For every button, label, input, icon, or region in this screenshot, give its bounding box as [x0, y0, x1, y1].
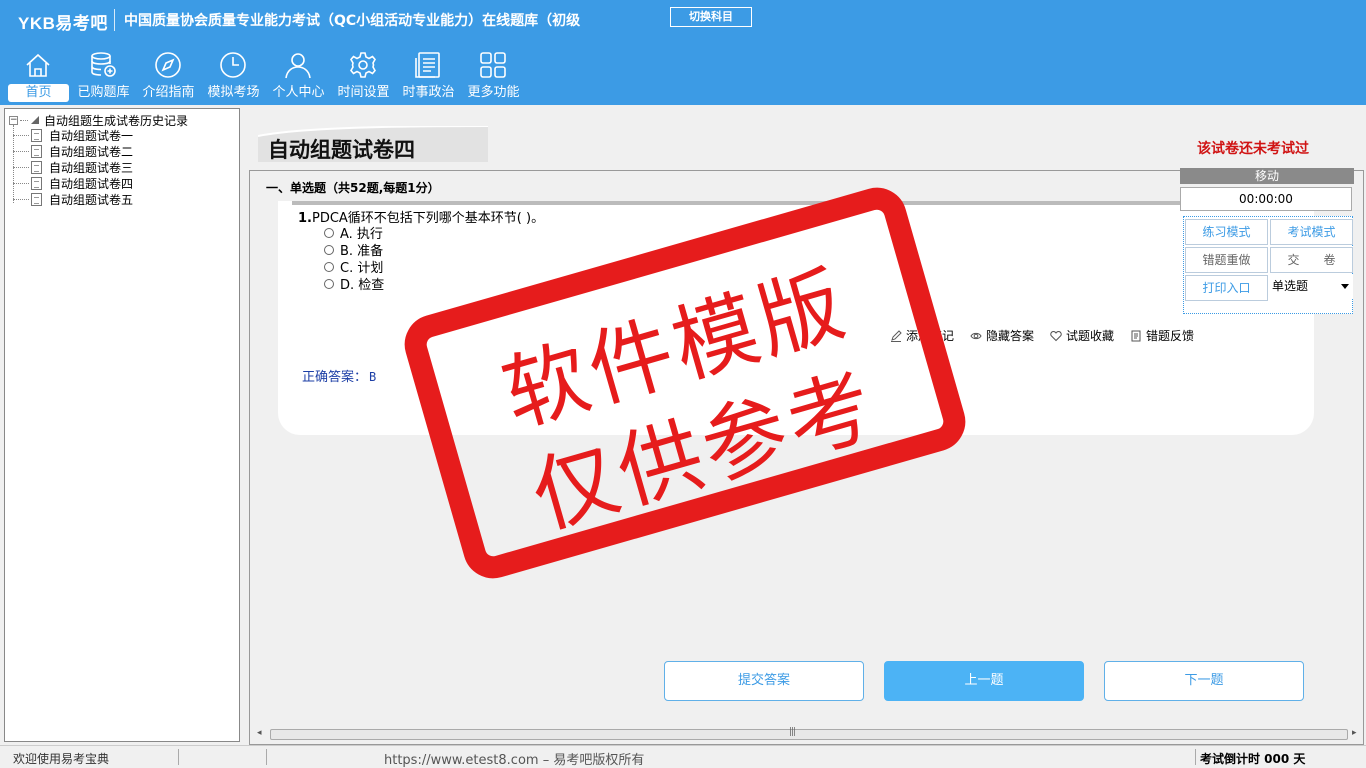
nav-profile[interactable]: 个人中心: [266, 48, 331, 104]
redo-wrong-button[interactable]: 错题重做: [1185, 247, 1268, 273]
user-icon: [285, 53, 311, 79]
nav-purchased[interactable]: 已购题库: [71, 48, 136, 104]
radio-button[interactable]: [324, 227, 334, 238]
tree-item-paper-2[interactable]: 自动组题试卷二: [13, 143, 133, 159]
exam-timer: 00:00:00: [1180, 187, 1352, 211]
nav-more[interactable]: 更多功能: [461, 48, 526, 104]
nav-current-affairs-label: 时事政治: [402, 85, 455, 100]
paper-title: 自动组题试卷四: [268, 138, 415, 162]
correct-answer: 正确答案： B: [302, 370, 377, 385]
nav-guide[interactable]: 介绍指南: [136, 48, 201, 104]
copyright-text: https://www.etest8.com – 易考吧版权所有: [384, 753, 645, 768]
nav-purchased-label: 已购题库: [77, 85, 130, 100]
exam-mode-button[interactable]: 考试模式: [1270, 219, 1353, 245]
scroll-left-icon[interactable]: ◂: [257, 728, 262, 738]
control-buttons: 练习模式 考试模式 错题重做 交 卷 打印入口 单选题: [1183, 216, 1353, 314]
nav-time-settings-label: 时间设置: [337, 85, 390, 100]
exam-countdown: 考试倒计时 000 天: [1200, 752, 1306, 766]
print-button[interactable]: 打印入口: [1185, 275, 1268, 301]
nav-guide-label: 介绍指南: [142, 85, 195, 100]
option-a[interactable]: A. 执行: [324, 224, 383, 242]
practice-mode-button[interactable]: 练习模式: [1185, 219, 1268, 245]
hide-answer-button[interactable]: 隐藏答案: [970, 327, 1034, 344]
scrollbar-thumb[interactable]: [270, 729, 1348, 740]
heart-icon: [1050, 330, 1062, 341]
nav-home-label: 首页: [8, 84, 69, 102]
app-header: YKB易考吧 中国质量协会质量专业能力考试（QC小组活动专业能力）在线题库（初级…: [0, 0, 1366, 105]
nav-mock-exam-label: 模拟考场: [207, 85, 260, 100]
switch-subject-button[interactable]: 切换科目: [670, 7, 752, 27]
status-bar: 欢迎使用易考宝典 https://www.etest8.com – 易考吧版权所…: [0, 745, 1366, 768]
hand-in-button[interactable]: 交 卷: [1270, 247, 1353, 273]
news-icon: [415, 52, 440, 78]
submit-answer-button[interactable]: 提交答案: [664, 661, 864, 701]
collapse-toggle-icon[interactable]: −: [9, 115, 18, 125]
tree-root-icon: [31, 116, 39, 124]
report-icon: [1131, 330, 1141, 341]
nav-time-settings[interactable]: 时间设置: [331, 48, 396, 104]
scroll-right-icon[interactable]: ▸: [1352, 728, 1357, 738]
tree-children: 自动组题试卷一 自动组题试卷二 自动组题试卷三 自动组题试卷四 自动组题试卷五: [13, 127, 133, 207]
tree-item-paper-3[interactable]: 自动组题试卷三: [13, 159, 133, 175]
option-d[interactable]: D. 检查: [324, 275, 384, 293]
section-heading: 一、单选题（共52题,每题1分）: [266, 181, 440, 195]
paper-history-tree: − 自动组题生成试卷历史记录 自动组题试卷一 自动组题试卷二 自动组题试卷三 自…: [4, 108, 240, 742]
horizontal-scrollbar[interactable]: ◂ ||| ▸: [254, 726, 1362, 744]
main-nav: 首页 已购题库 介绍指南 模拟考场 个人中心 时间设置 时事政治 更多功能: [6, 48, 526, 104]
app-title: 中国质量协会质量专业能力考试（QC小组活动专业能力）在线题库（初级: [124, 13, 581, 29]
tree-item-paper-4[interactable]: 自动组题试卷四: [13, 175, 133, 191]
grid-icon: [480, 52, 506, 78]
chevron-down-icon: [1341, 284, 1349, 289]
panel-move-handle[interactable]: 移动: [1180, 168, 1354, 184]
app-logo: YKB易考吧: [18, 14, 108, 33]
exam-status-note: 该试卷还未考试过: [1197, 141, 1309, 157]
document-icon: [31, 144, 42, 158]
clock-icon: [220, 52, 246, 78]
radio-button[interactable]: [324, 261, 334, 272]
database-icon: [91, 52, 116, 77]
nav-more-label: 更多功能: [467, 85, 520, 100]
option-b[interactable]: B. 准备: [324, 241, 383, 259]
document-icon: [31, 176, 42, 190]
radio-button[interactable]: [324, 244, 334, 255]
nav-mock-exam[interactable]: 模拟考场: [201, 48, 266, 104]
gear-icon: [350, 52, 376, 78]
nav-current-affairs[interactable]: 时事政治: [396, 48, 461, 104]
document-icon: [31, 192, 42, 206]
home-icon: [26, 53, 50, 77]
scrollbar-grip-icon: |||: [789, 727, 796, 737]
welcome-text: 欢迎使用易考宝典: [13, 752, 110, 766]
radio-button[interactable]: [324, 278, 334, 289]
nav-home[interactable]: 首页: [6, 48, 71, 104]
favorite-question-button[interactable]: 试题收藏: [1050, 327, 1114, 344]
document-icon: [31, 160, 42, 174]
previous-question-button[interactable]: 上一题: [884, 661, 1084, 701]
nav-profile-label: 个人中心: [272, 85, 325, 100]
option-c[interactable]: C. 计划: [324, 258, 383, 276]
exam-control-panel: 移动 00:00:00 练习模式 考试模式 错题重做 交 卷 打印入口 单选题: [1180, 168, 1354, 318]
document-icon: [31, 128, 42, 142]
error-feedback-button[interactable]: 错题反馈: [1130, 327, 1194, 344]
tree-root[interactable]: − 自动组题生成试卷历史记录: [9, 113, 188, 128]
tree-item-paper-5[interactable]: 自动组题试卷五: [13, 191, 133, 207]
next-question-button[interactable]: 下一题: [1104, 661, 1304, 701]
eye-icon: [970, 332, 982, 339]
tree-item-paper-1[interactable]: 自动组题试卷一: [13, 127, 133, 143]
compass-icon: [155, 52, 181, 78]
question-type-select[interactable]: 单选题: [1270, 274, 1353, 298]
logo-divider: [114, 9, 115, 31]
